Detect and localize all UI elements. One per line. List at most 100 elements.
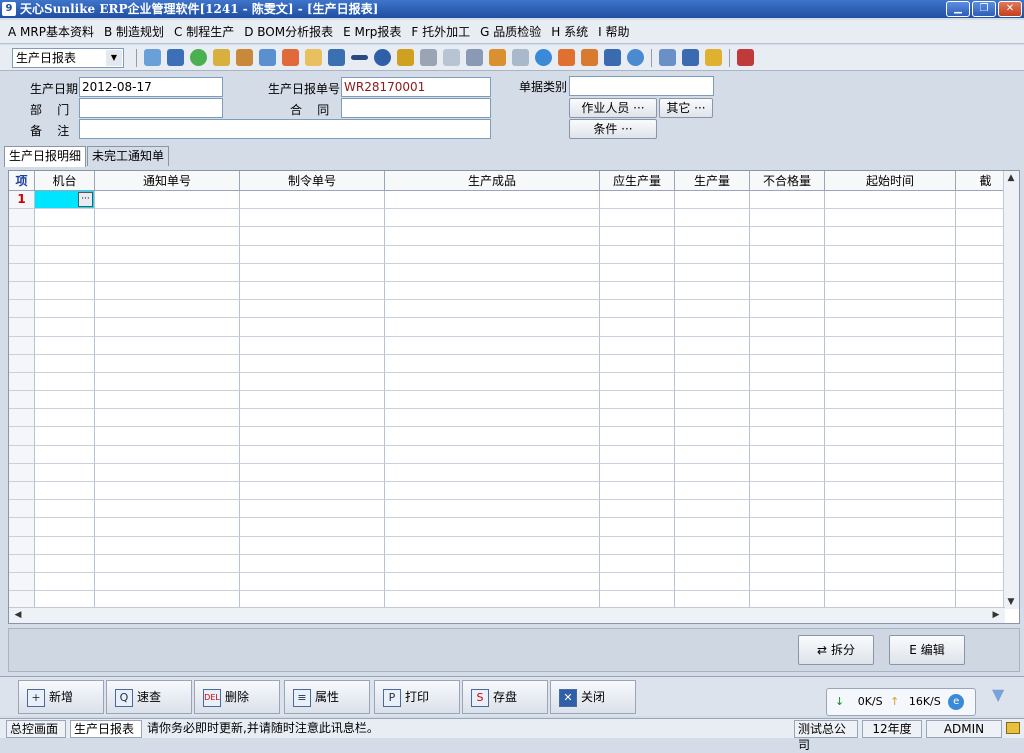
- table-cell[interactable]: [240, 209, 385, 228]
- table-row[interactable]: [9, 354, 1016, 373]
- table-cell[interactable]: [750, 554, 825, 573]
- quick-search-button[interactable]: Q 速查: [106, 680, 192, 714]
- table-cell[interactable]: [385, 372, 600, 392]
- table-cell[interactable]: [750, 391, 825, 410]
- table-row[interactable]: [9, 281, 1016, 301]
- table-cell[interactable]: [675, 518, 750, 537]
- table-cell[interactable]: [240, 500, 385, 519]
- table-cell[interactable]: [35, 391, 95, 410]
- table-row[interactable]: [9, 518, 1016, 537]
- table-cell[interactable]: [675, 209, 750, 228]
- table-cell[interactable]: [385, 354, 600, 373]
- table-cell[interactable]: [95, 300, 240, 319]
- horizontal-scrollbar[interactable]: ◀ ▶: [9, 607, 1005, 623]
- table-cell[interactable]: [675, 281, 750, 301]
- tree-icon[interactable]: [144, 49, 161, 66]
- table-cell[interactable]: [600, 336, 675, 355]
- col-header-order-no[interactable]: 制令单号: [240, 171, 385, 191]
- table-cell[interactable]: [750, 572, 825, 592]
- table-cell[interactable]: [385, 191, 600, 210]
- menu-quality[interactable]: G 品质检验: [480, 23, 541, 40]
- table-cell[interactable]: [95, 391, 240, 410]
- vertical-scrollbar[interactable]: ▲ ▼: [1003, 171, 1019, 609]
- table-cell[interactable]: [675, 409, 750, 428]
- table-cell[interactable]: [385, 336, 600, 355]
- table-row[interactable]: [9, 572, 1016, 592]
- table-row[interactable]: [9, 318, 1016, 337]
- refresh-icon[interactable]: [627, 49, 644, 66]
- table-cell[interactable]: [825, 318, 956, 337]
- table-cell[interactable]: [240, 536, 385, 555]
- scroll-left-icon[interactable]: ◀: [11, 610, 25, 620]
- table-cell[interactable]: [675, 318, 750, 337]
- table-cell[interactable]: [385, 263, 600, 282]
- dept-field[interactable]: [79, 98, 223, 118]
- help-icon[interactable]: [374, 49, 391, 66]
- table-cell[interactable]: [750, 500, 825, 519]
- table-cell[interactable]: [35, 482, 95, 501]
- tab-daily-detail[interactable]: 生产日报明细: [4, 146, 87, 167]
- report-no-field[interactable]: WR28170001: [341, 77, 491, 97]
- split-button[interactable]: ⇄ 拆分: [798, 635, 874, 665]
- cascade-icon[interactable]: [705, 49, 722, 66]
- table-cell[interactable]: [825, 336, 956, 355]
- edit-button[interactable]: E 编辑: [889, 635, 965, 665]
- table-cell[interactable]: [35, 554, 95, 573]
- table-cell[interactable]: [385, 227, 600, 246]
- table-cell[interactable]: [95, 554, 240, 573]
- table-cell[interactable]: [750, 245, 825, 264]
- table-cell[interactable]: [750, 300, 825, 319]
- table-cell[interactable]: [95, 427, 240, 446]
- table-cell[interactable]: [750, 318, 825, 337]
- table-cell[interactable]: [385, 245, 600, 264]
- table-cell[interactable]: [35, 300, 95, 319]
- maximize-button[interactable]: ❐: [972, 1, 996, 17]
- col-header-notice-no[interactable]: 通知单号: [95, 171, 240, 191]
- menu-production[interactable]: C 制程生产: [174, 23, 234, 40]
- browser-icon[interactable]: e: [948, 694, 965, 710]
- table-cell[interactable]: [95, 518, 240, 537]
- table-cell[interactable]: [675, 554, 750, 573]
- table-cell[interactable]: [825, 427, 956, 446]
- col-header-planned-qty[interactable]: 应生产量: [600, 171, 675, 191]
- table-cell[interactable]: [240, 482, 385, 501]
- table-row[interactable]: [9, 263, 1016, 282]
- close-form-button[interactable]: ✕ 关闭: [550, 680, 636, 714]
- menu-help[interactable]: I 帮助: [598, 23, 629, 40]
- table-cell[interactable]: [95, 209, 240, 228]
- table-cell[interactable]: [600, 445, 675, 464]
- table-cell[interactable]: [385, 281, 600, 301]
- table-cell[interactable]: [675, 227, 750, 246]
- table-row[interactable]: [9, 409, 1016, 428]
- other-button[interactable]: 其它 ···: [659, 98, 713, 118]
- table-cell[interactable]: [750, 445, 825, 464]
- chevron-down-icon[interactable]: ▼: [106, 49, 122, 66]
- table-cell[interactable]: [240, 372, 385, 392]
- condition-button[interactable]: 条件 ···: [569, 119, 657, 139]
- book-icon[interactable]: [328, 49, 345, 66]
- date-field[interactable]: 2012-08-17: [79, 77, 223, 97]
- table-cell[interactable]: [825, 227, 956, 246]
- table-cell[interactable]: [95, 318, 240, 337]
- table-cell[interactable]: [385, 209, 600, 228]
- table-cell[interactable]: [95, 336, 240, 355]
- menu-mrp-reports[interactable]: E Mrp报表: [343, 23, 401, 40]
- scroll-right-icon[interactable]: ▶: [989, 610, 1003, 620]
- table-row[interactable]: [9, 500, 1016, 519]
- mail-icon[interactable]: [1006, 722, 1020, 734]
- lock-icon[interactable]: [213, 49, 230, 66]
- table-cell[interactable]: [750, 263, 825, 282]
- table-row[interactable]: [9, 372, 1016, 392]
- table-cell[interactable]: [35, 409, 95, 428]
- scroll-down-icon[interactable]: ▼: [1004, 597, 1018, 607]
- table-cell[interactable]: [95, 463, 240, 482]
- table-cell[interactable]: [750, 336, 825, 355]
- table-cell[interactable]: [750, 536, 825, 555]
- menu-outsourcing[interactable]: F 托外加工: [411, 23, 470, 40]
- table-cell[interactable]: [95, 409, 240, 428]
- lookup-ellipsis-button[interactable]: ···: [78, 192, 93, 207]
- table-cell[interactable]: [750, 281, 825, 301]
- folder-icon[interactable]: [489, 49, 506, 66]
- save-button[interactable]: S 存盘: [462, 680, 548, 714]
- table-cell[interactable]: [825, 554, 956, 573]
